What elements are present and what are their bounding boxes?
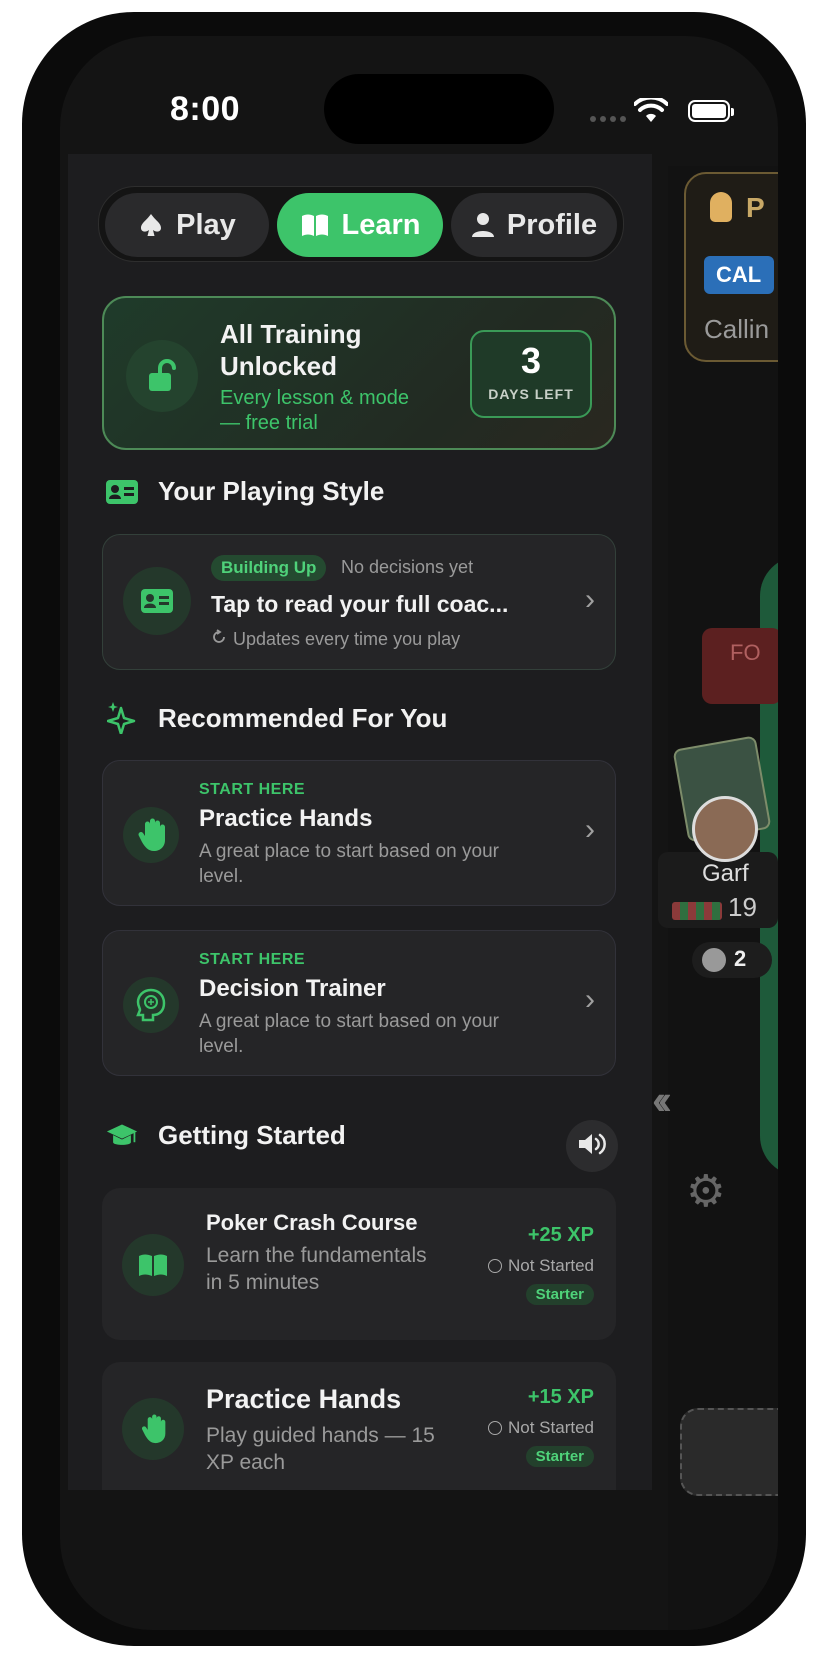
id-card-icon bbox=[123, 567, 191, 635]
trial-subtitle: Every lesson & mode — free trial bbox=[220, 387, 409, 434]
tab-profile[interactable]: Profile bbox=[451, 193, 617, 257]
recommended-kicker: START HERE bbox=[199, 781, 306, 798]
starter-badge: Starter bbox=[525, 1446, 594, 1467]
player-chip-count: 19 bbox=[728, 892, 757, 922]
cellular-icon bbox=[590, 116, 626, 122]
lesson-card-practice-hands[interactable]: Practice Hands Play guided hands — 15 XP… bbox=[102, 1362, 616, 1490]
playing-style-title: Tap to read your full coac... bbox=[211, 591, 509, 617]
book-icon bbox=[300, 212, 330, 238]
battery-icon bbox=[688, 100, 734, 122]
speaker-icon bbox=[577, 1131, 607, 1162]
chip-stack-icon bbox=[672, 902, 722, 920]
gear-icon[interactable]: ⚙ bbox=[686, 1166, 725, 1217]
tab-play[interactable]: Play bbox=[105, 193, 269, 257]
unlock-icon bbox=[126, 340, 198, 412]
recommended-desc: A great place to start based on your lev… bbox=[199, 1011, 499, 1057]
fold-indicator: FO bbox=[702, 628, 778, 704]
trial-title: All Training Unlocked bbox=[220, 319, 362, 381]
person-icon bbox=[471, 212, 495, 238]
bet-amount: 2 bbox=[734, 946, 747, 971]
phone-frame: P CAL Callin FO Garf 19 2 ‹‹ ⚙ 8:00 Play… bbox=[22, 12, 806, 1646]
learn-panel: Play Learn Profile All Training Unlocked… bbox=[68, 154, 652, 1490]
getting-started-heading: Getting Started bbox=[106, 1120, 346, 1151]
update-note: Updates every time you play bbox=[211, 629, 460, 650]
tip-text: Callin bbox=[704, 314, 770, 344]
lesson-xp: +15 XP bbox=[527, 1386, 594, 1408]
days-left-box: 3 DAYS LEFT bbox=[470, 330, 592, 418]
empty-circle-icon bbox=[488, 1259, 502, 1273]
graduation-cap-icon bbox=[106, 1121, 138, 1151]
empty-circle-icon bbox=[488, 1421, 502, 1435]
starter-badge: Starter bbox=[525, 1284, 594, 1305]
lesson-card-poker-crash-course[interactable]: Poker Crash Course Learn the fundamental… bbox=[102, 1188, 616, 1340]
lesson-title: Poker Crash Course bbox=[206, 1210, 418, 1235]
lesson-title: Practice Hands bbox=[206, 1384, 402, 1414]
wifi-icon bbox=[634, 98, 668, 122]
chevron-right-icon: › bbox=[585, 983, 595, 1016]
tab-profile-label: Profile bbox=[506, 208, 598, 241]
tip-card[interactable]: P CAL Callin bbox=[684, 172, 778, 362]
player-avatar bbox=[692, 796, 758, 862]
chevron-right-icon: › bbox=[585, 583, 595, 616]
status-time: 8:00 bbox=[170, 90, 241, 128]
player-name: Garf bbox=[702, 860, 749, 887]
playing-style-heading: Your Playing Style bbox=[106, 476, 384, 507]
hand-icon bbox=[123, 807, 179, 863]
decisions-status: No decisions yet bbox=[341, 557, 474, 577]
tip-title: P bbox=[746, 192, 765, 223]
recommended-heading-text: Recommended For You bbox=[158, 702, 448, 733]
days-left-value: 3 bbox=[520, 340, 542, 381]
days-left-label: DAYS LEFT bbox=[488, 386, 574, 402]
lesson-xp: +25 XP bbox=[527, 1224, 594, 1246]
status-bar: 8:00 bbox=[60, 36, 778, 166]
dynamic-island bbox=[324, 74, 554, 144]
table-action-button[interactable] bbox=[680, 1408, 778, 1496]
lesson-status-text: Not Started bbox=[508, 1418, 594, 1437]
spade-icon bbox=[138, 212, 164, 238]
recommended-heading: Recommended For You bbox=[106, 702, 447, 734]
lesson-status: Not Started bbox=[488, 1256, 594, 1276]
tab-learn-label: Learn bbox=[341, 208, 421, 241]
recommended-card-decision-trainer[interactable]: START HERE Decision Trainer A great plac… bbox=[102, 930, 616, 1076]
playing-style-card[interactable]: Building Up No decisions yet Tap to read… bbox=[102, 534, 616, 670]
playing-style-heading-text: Your Playing Style bbox=[158, 476, 385, 506]
sound-toggle-button[interactable] bbox=[566, 1120, 618, 1172]
lightbulb-icon bbox=[710, 192, 732, 222]
recommended-title: Practice Hands bbox=[199, 805, 373, 832]
main-tab-bar: Play Learn Profile bbox=[98, 186, 624, 262]
lesson-desc: Play guided hands — 15 XP each bbox=[206, 1424, 435, 1474]
sparkles-icon bbox=[106, 702, 138, 734]
tip-action-badge: CAL bbox=[704, 256, 774, 294]
book-icon bbox=[122, 1234, 184, 1296]
recommended-desc: A great place to start based on your lev… bbox=[199, 841, 499, 887]
lesson-status-text: Not Started bbox=[508, 1256, 594, 1275]
update-note-text: Updates every time you play bbox=[233, 629, 461, 649]
refresh-icon bbox=[211, 629, 227, 650]
chevron-right-icon: › bbox=[585, 813, 595, 846]
lesson-status: Not Started bbox=[488, 1418, 594, 1438]
recommended-kicker: START HERE bbox=[199, 951, 306, 968]
status-badge: Building Up bbox=[211, 555, 327, 581]
trial-banner[interactable]: All Training Unlocked Every lesson & mod… bbox=[102, 296, 616, 450]
tab-play-label: Play bbox=[176, 208, 236, 241]
collapse-panel-icon[interactable]: ‹‹ bbox=[652, 1076, 672, 1124]
getting-started-heading-text: Getting Started bbox=[158, 1120, 346, 1150]
recommended-card-practice-hands[interactable]: START HERE Practice Hands A great place … bbox=[102, 760, 616, 906]
chip-icon bbox=[702, 948, 726, 972]
lesson-desc: Learn the fundamentals in 5 minutes bbox=[206, 1244, 427, 1294]
hand-icon bbox=[122, 1398, 184, 1460]
recommended-title: Decision Trainer bbox=[199, 975, 386, 1002]
screen: P CAL Callin FO Garf 19 2 ‹‹ ⚙ 8:00 Play… bbox=[60, 36, 778, 1630]
brain-icon bbox=[123, 977, 179, 1033]
id-card-icon bbox=[106, 479, 138, 504]
tab-learn[interactable]: Learn bbox=[277, 193, 443, 257]
